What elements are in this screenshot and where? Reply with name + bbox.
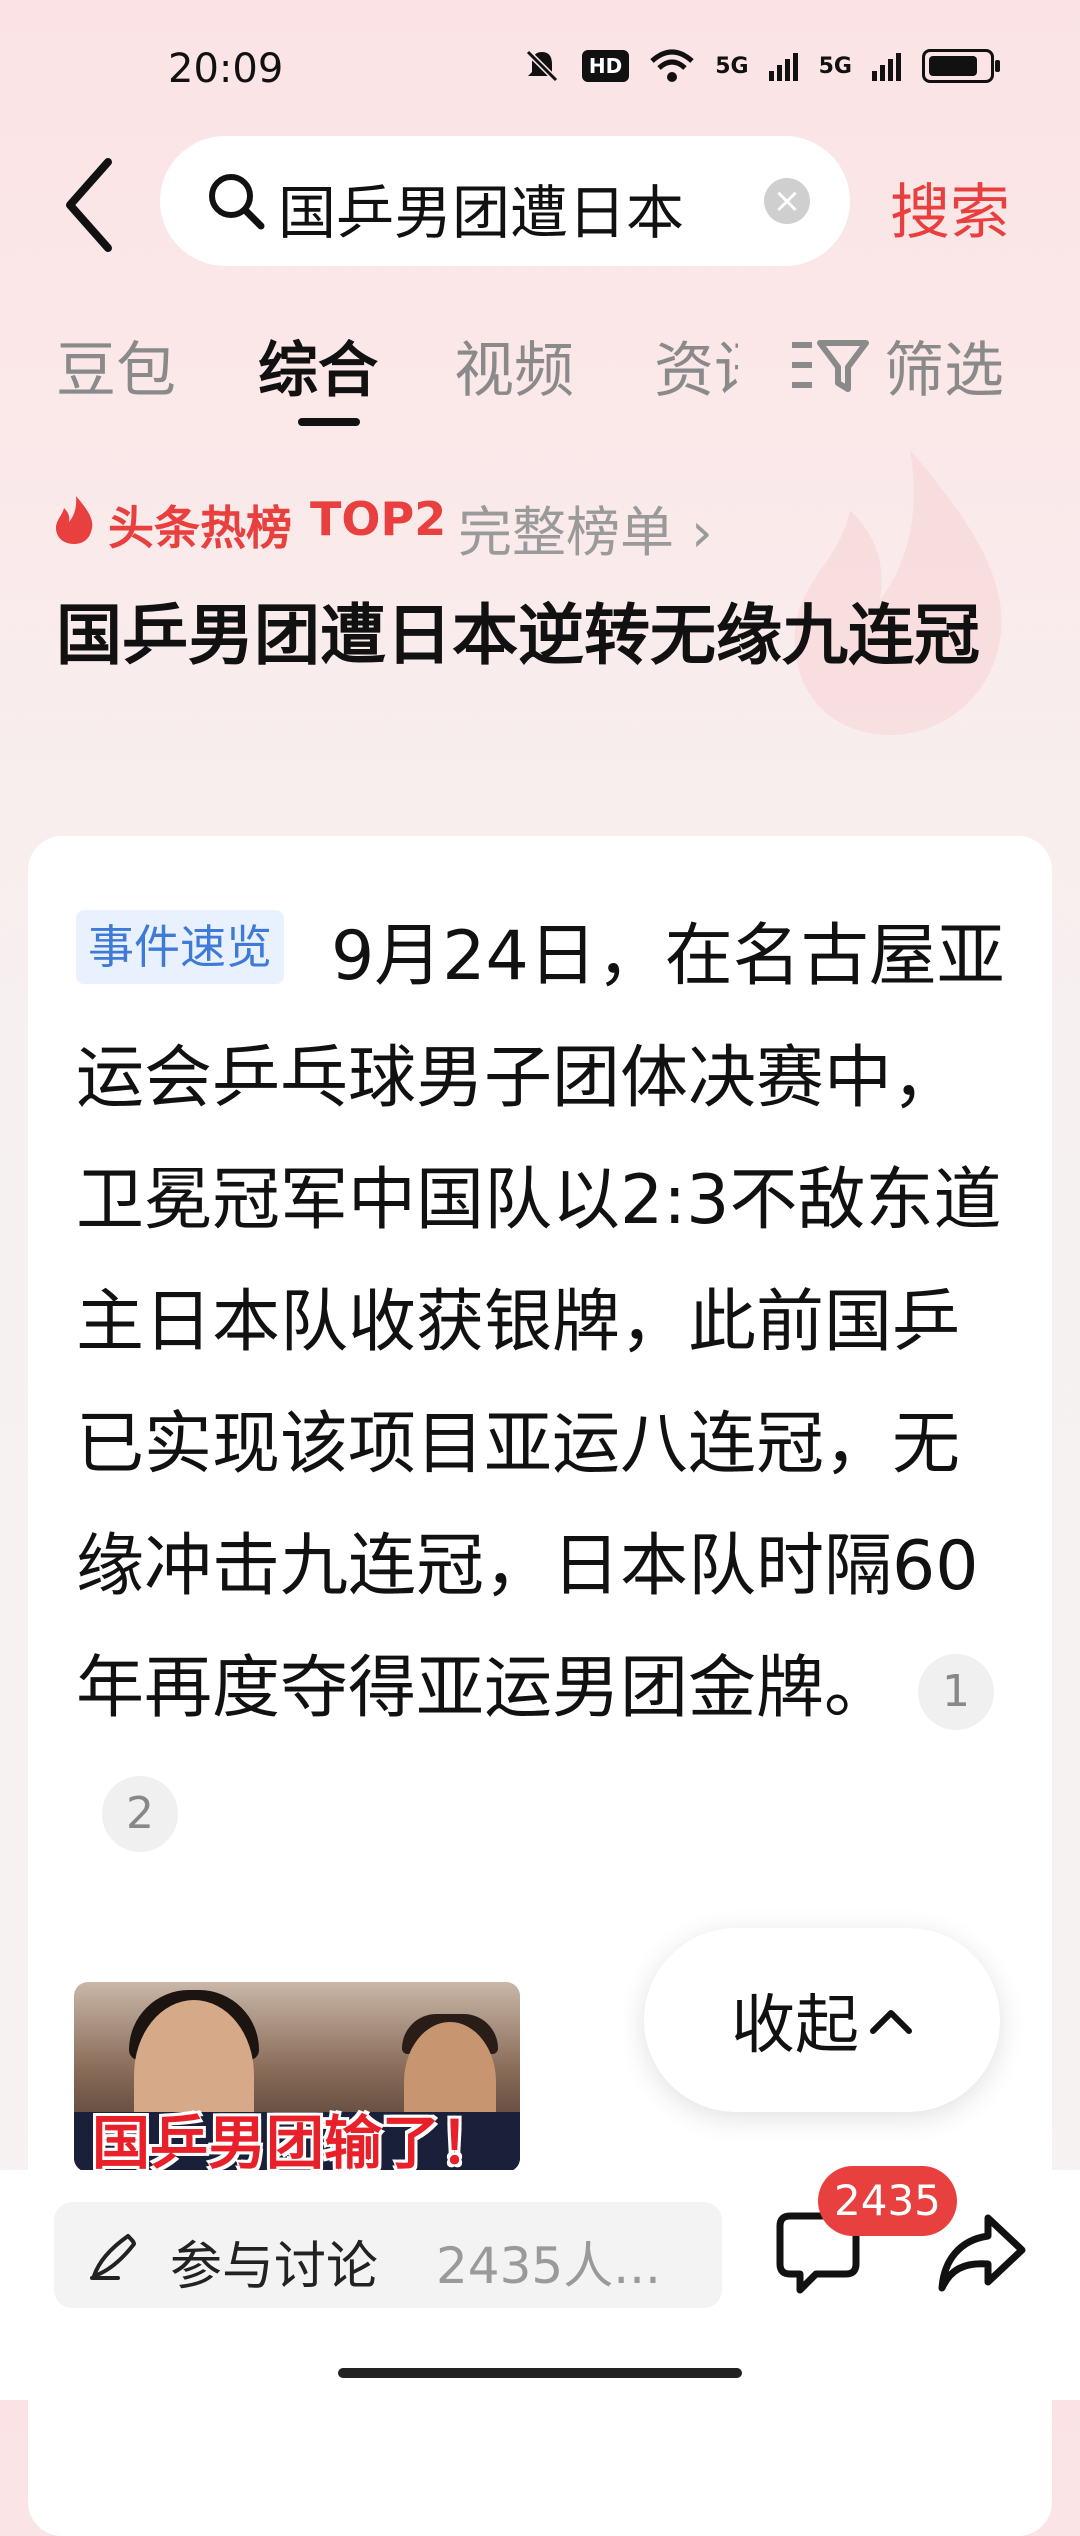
active-tab-indicator: [298, 418, 360, 426]
discussion-count: 2435人...: [436, 2237, 661, 2295]
hd-icon: HD: [581, 50, 630, 82]
flame-icon: [56, 496, 93, 544]
clear-icon[interactable]: ×: [764, 178, 810, 224]
collapse-label: 收起: [731, 1989, 859, 2063]
signal-1-label: 5G: [715, 53, 749, 79]
mute-icon: [525, 49, 559, 83]
thumbnail-caption: 国乒男团输了！: [92, 2109, 499, 2172]
back-arrow-icon[interactable]: [56, 150, 126, 260]
headline[interactable]: 国乒男团遭日本逆转无缘九连冠: [56, 580, 1016, 692]
tab-video[interactable]: 视频: [454, 322, 574, 409]
filter-button[interactable]: 筛选: [790, 322, 1004, 409]
citation-2[interactable]: 2: [102, 1776, 178, 1853]
signal-2-icon: [872, 53, 901, 81]
home-indicator[interactable]: [338, 2368, 742, 2378]
pen-icon: [90, 2234, 136, 2280]
filter-label: 筛选: [884, 336, 1004, 406]
tab-doubao[interactable]: 豆包: [56, 322, 176, 409]
signal-2-label: 5G: [818, 53, 852, 79]
filter-icon: [792, 339, 869, 392]
search-icon: [209, 174, 265, 230]
battery-icon: [922, 49, 1000, 83]
tab-all[interactable]: 综合: [258, 322, 378, 409]
status-icons: HD 5G 5G: [522, 48, 1000, 84]
collapse-button[interactable]: 收起: [644, 1928, 1000, 2112]
signal-1-icon: [768, 53, 798, 81]
hot-rank: TOP2: [310, 492, 447, 546]
search-query[interactable]: 国乒男团遭日本: [278, 166, 738, 250]
wifi-icon: [650, 49, 694, 82]
tab-news[interactable]: 资讯: [654, 322, 738, 409]
news-thumbnail[interactable]: 国乒男团输了！: [74, 1982, 520, 2172]
full-list-link[interactable]: 完整榜单 ›: [458, 488, 713, 567]
status-time: 20:09: [168, 46, 284, 92]
discussion-label: 参与讨论: [170, 2237, 379, 2297]
citation-1[interactable]: 1: [918, 1654, 995, 1731]
hot-list-label[interactable]: 头条热榜: [108, 492, 292, 558]
search-button[interactable]: 搜索: [890, 164, 1010, 251]
chevron-up-icon: [870, 2010, 912, 2034]
share-icon[interactable]: [934, 2208, 1030, 2296]
summary-text: 9月24日，在名古屋亚运会乒乓球男子团体决赛中，卫冕冠军中国队以2:3不敌东道主…: [76, 896, 1006, 1872]
summary-body: 9月24日，在名古屋亚运会乒乓球男子团体决赛中，卫冕冠军中国队以2:3不敌东道主…: [76, 917, 1005, 1728]
